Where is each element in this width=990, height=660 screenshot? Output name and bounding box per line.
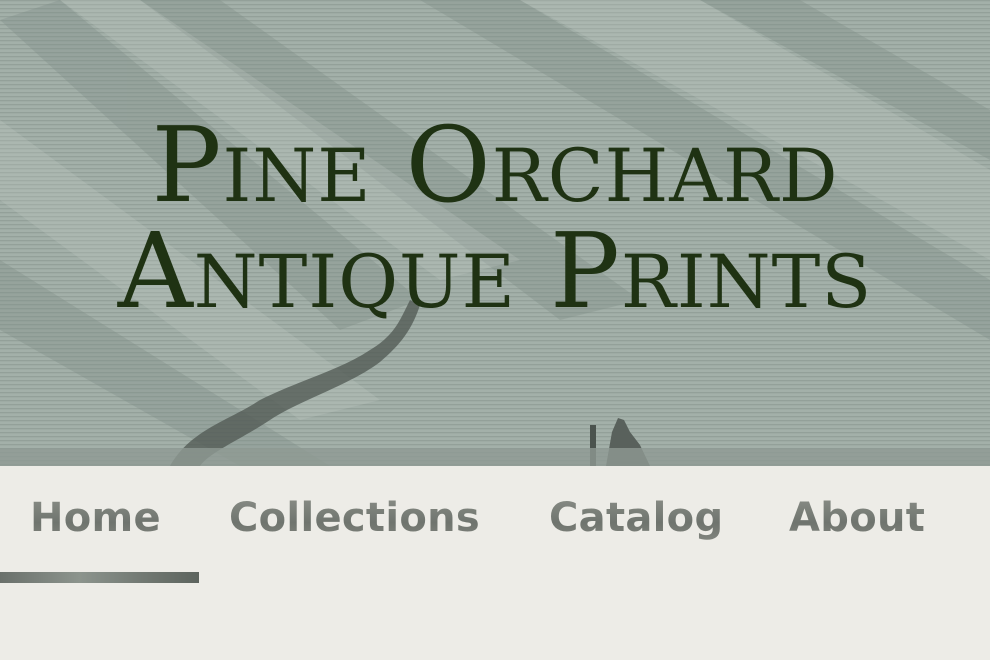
- nav-item-collections[interactable]: Collections: [229, 490, 480, 550]
- site-title-line-1: Pine Orchard: [151, 104, 839, 226]
- nav-item-home[interactable]: Home: [30, 490, 161, 550]
- nav-item-catalog[interactable]: Catalog: [549, 490, 723, 550]
- site-title: Pine Orchard Antique Prints: [0, 112, 990, 324]
- nav-item-about[interactable]: About: [789, 490, 925, 550]
- site-title-line-2: Antique Prints: [117, 210, 873, 332]
- main-navigation: Home Collections Catalog About: [0, 466, 990, 660]
- active-nav-indicator: [0, 572, 199, 583]
- hero-banner: Pine Orchard Antique Prints: [0, 0, 990, 466]
